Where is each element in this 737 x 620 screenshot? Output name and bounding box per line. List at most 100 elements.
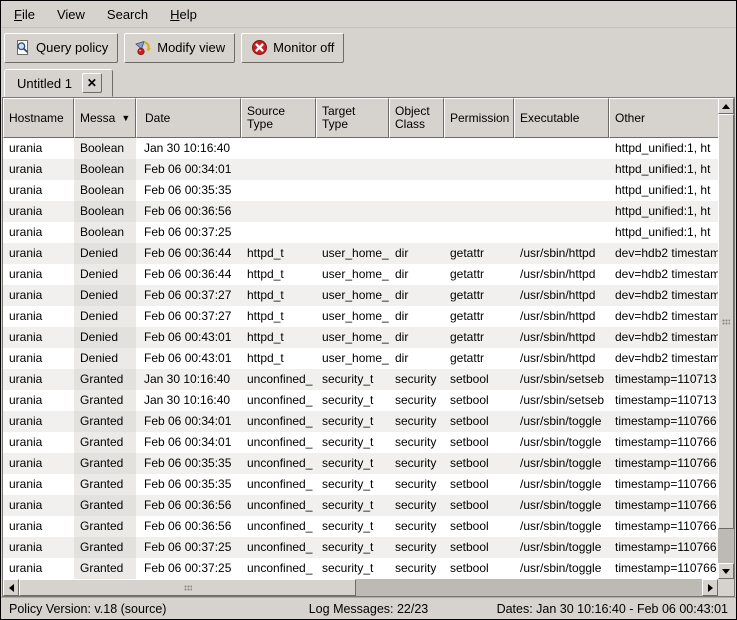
table-row[interactable]: uraniaBooleanFeb 06 00:35:35httpd_unifie… bbox=[3, 180, 718, 201]
table-cell: urania bbox=[3, 285, 74, 306]
column-header-executable[interactable]: Executable bbox=[514, 98, 609, 138]
table-row[interactable]: uraniaGrantedFeb 06 00:35:35unconfined_s… bbox=[3, 474, 718, 495]
arrow-right-icon bbox=[708, 584, 713, 592]
table-cell: urania bbox=[3, 474, 74, 495]
table-cell: Granted bbox=[74, 390, 136, 411]
table-cell: dev=hdb2 timestam bbox=[609, 285, 718, 306]
table-cell: security_t bbox=[316, 495, 389, 516]
table-cell bbox=[316, 201, 389, 222]
monitor-off-button[interactable]: Monitor off bbox=[241, 33, 344, 63]
table-cell: /usr/sbin/httpd bbox=[514, 285, 609, 306]
table-cell: dir bbox=[389, 327, 444, 348]
table-cell: user_home_ bbox=[316, 243, 389, 264]
table-row[interactable]: uraniaDeniedFeb 06 00:37:27httpd_tuser_h… bbox=[3, 285, 718, 306]
table-row[interactable]: uraniaGrantedFeb 06 00:35:35unconfined_s… bbox=[3, 453, 718, 474]
table-cell: timestamp=110766 bbox=[609, 432, 718, 453]
column-header-label: Date bbox=[145, 112, 170, 125]
table-cell bbox=[241, 159, 316, 180]
table-cell bbox=[514, 201, 609, 222]
column-header-object-class[interactable]: Object Class bbox=[389, 98, 444, 138]
table-cell: /usr/sbin/toggle bbox=[514, 432, 609, 453]
column-header-source-type[interactable]: Source Type bbox=[241, 98, 316, 138]
table-cell: httpd_unified:1, ht bbox=[609, 201, 718, 222]
table-row[interactable]: uraniaGrantedFeb 06 00:34:01unconfined_s… bbox=[3, 432, 718, 453]
table-cell: dev=hdb2 timestam bbox=[609, 243, 718, 264]
scroll-left-button[interactable] bbox=[3, 579, 19, 596]
table-row[interactable]: uraniaGrantedFeb 06 00:37:25unconfined_s… bbox=[3, 558, 718, 579]
table-row[interactable]: uraniaGrantedFeb 06 00:36:56unconfined_s… bbox=[3, 516, 718, 537]
table-cell: user_home_ bbox=[316, 327, 389, 348]
table-cell: dev=hdb2 timestam bbox=[609, 306, 718, 327]
column-header-other[interactable]: Other bbox=[609, 98, 718, 138]
table-row[interactable]: uraniaGrantedFeb 06 00:36:56unconfined_s… bbox=[3, 495, 718, 516]
menu-view[interactable]: View bbox=[48, 3, 94, 26]
table-row[interactable]: uraniaBooleanFeb 06 00:37:25httpd_unifie… bbox=[3, 222, 718, 243]
table-row[interactable]: uraniaGrantedFeb 06 00:34:01unconfined_s… bbox=[3, 411, 718, 432]
table-row[interactable]: uraniaDeniedFeb 06 00:36:44httpd_tuser_h… bbox=[3, 264, 718, 285]
table-cell: security bbox=[389, 432, 444, 453]
table-cell: unconfined_ bbox=[241, 495, 316, 516]
vertical-scrollbar[interactable] bbox=[718, 98, 734, 579]
table-cell: httpd_t bbox=[241, 285, 316, 306]
table-cell: unconfined_ bbox=[241, 516, 316, 537]
menu-help[interactable]: Help bbox=[161, 3, 206, 26]
table-cell: urania bbox=[3, 159, 74, 180]
table-cell: /usr/sbin/httpd bbox=[514, 306, 609, 327]
menu-file[interactable]: File bbox=[5, 3, 44, 26]
table-row[interactable]: uraniaDeniedFeb 06 00:43:01httpd_tuser_h… bbox=[3, 348, 718, 369]
table-cell: httpd_t bbox=[241, 306, 316, 327]
table-cell: Feb 06 00:37:27 bbox=[136, 285, 241, 306]
table-cell: Denied bbox=[74, 285, 136, 306]
table-row[interactable]: uraniaBooleanFeb 06 00:36:56httpd_unifie… bbox=[3, 201, 718, 222]
table-cell: dir bbox=[389, 285, 444, 306]
scroll-up-button[interactable] bbox=[718, 98, 734, 114]
table-cell: user_home_ bbox=[316, 348, 389, 369]
modify-view-button[interactable]: Modify view bbox=[124, 33, 235, 63]
column-header-hostname[interactable]: Hostname bbox=[3, 98, 74, 138]
menu-search[interactable]: Search bbox=[98, 3, 157, 26]
arrow-left-icon bbox=[9, 584, 14, 592]
table-cell: dir bbox=[389, 264, 444, 285]
column-header-label: Target Type bbox=[322, 105, 383, 131]
table-cell: security_t bbox=[316, 411, 389, 432]
table-cell: Feb 06 00:35:35 bbox=[136, 474, 241, 495]
table-row[interactable]: uraniaDeniedFeb 06 00:36:44httpd_tuser_h… bbox=[3, 243, 718, 264]
table-cell: /usr/sbin/httpd bbox=[514, 264, 609, 285]
table-cell bbox=[241, 180, 316, 201]
column-header-permission[interactable]: Permission bbox=[444, 98, 514, 138]
table-cell bbox=[389, 222, 444, 243]
vertical-scrollbar-thumb[interactable] bbox=[718, 114, 734, 529]
scroll-right-button[interactable] bbox=[702, 579, 718, 596]
column-header-date[interactable]: Date bbox=[136, 98, 241, 138]
horizontal-scrollbar[interactable] bbox=[3, 579, 718, 596]
table-cell bbox=[316, 180, 389, 201]
horizontal-scrollbar-thumb[interactable] bbox=[19, 579, 356, 596]
table-cell: setbool bbox=[444, 390, 514, 411]
table-row[interactable]: uraniaGrantedJan 30 10:16:40unconfined_s… bbox=[3, 369, 718, 390]
table-cell: urania bbox=[3, 264, 74, 285]
table-row[interactable]: uraniaDeniedFeb 06 00:37:27httpd_tuser_h… bbox=[3, 306, 718, 327]
table-cell: unconfined_ bbox=[241, 411, 316, 432]
vertical-scrollbar-trough[interactable] bbox=[718, 529, 734, 563]
table-row[interactable]: uraniaDeniedFeb 06 00:43:01httpd_tuser_h… bbox=[3, 327, 718, 348]
query-policy-button[interactable]: Query policy bbox=[4, 33, 118, 63]
table-row[interactable]: uraniaGrantedJan 30 10:16:40unconfined_s… bbox=[3, 390, 718, 411]
horizontal-scrollbar-trough[interactable] bbox=[356, 579, 702, 596]
tab-untitled-1[interactable]: Untitled 1 ✕ bbox=[4, 69, 113, 97]
table-row[interactable]: uraniaBooleanFeb 06 00:34:01httpd_unifie… bbox=[3, 159, 718, 180]
table-row[interactable]: uraniaGrantedFeb 06 00:37:25unconfined_s… bbox=[3, 537, 718, 558]
table-cell: Feb 06 00:37:25 bbox=[136, 222, 241, 243]
column-header-message[interactable]: Messa ▼ bbox=[74, 98, 136, 138]
tab-close-button[interactable]: ✕ bbox=[82, 73, 102, 93]
table-cell: Feb 06 00:43:01 bbox=[136, 348, 241, 369]
table-cell: setbool bbox=[444, 495, 514, 516]
column-header-target-type[interactable]: Target Type bbox=[316, 98, 389, 138]
table-cell: dir bbox=[389, 306, 444, 327]
table-cell: timestamp=110766 bbox=[609, 516, 718, 537]
table-cell: setbool bbox=[444, 369, 514, 390]
table-row[interactable]: uraniaBooleanJan 30 10:16:40httpd_unifie… bbox=[3, 138, 718, 159]
table-cell bbox=[514, 138, 609, 159]
menubar: File View Search Help bbox=[1, 1, 736, 28]
table-cell bbox=[389, 159, 444, 180]
scroll-down-button[interactable] bbox=[718, 563, 734, 579]
